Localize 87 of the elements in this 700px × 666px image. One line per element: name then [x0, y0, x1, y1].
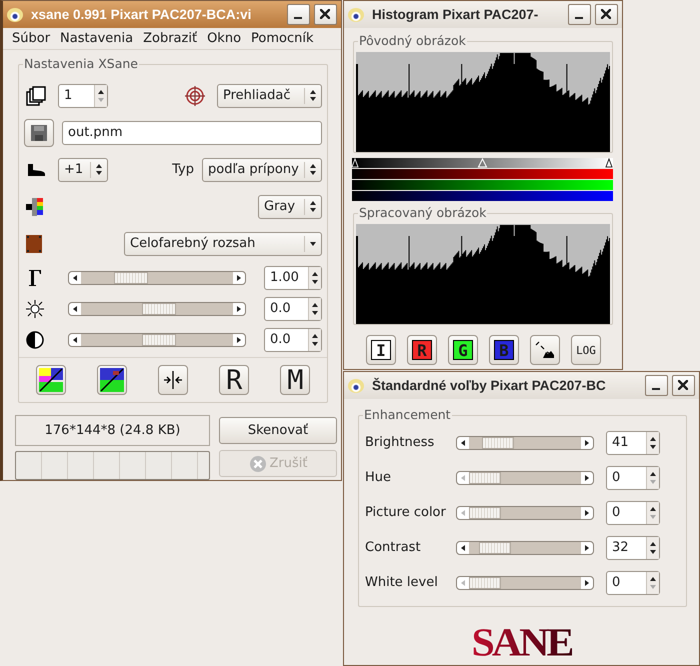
gamma-icon: [26, 268, 44, 286]
log-button[interactable]: LOG: [571, 335, 601, 365]
boot-icon: [26, 162, 46, 176]
channel-button[interactable]: I: [366, 335, 396, 365]
slider-thumb[interactable]: [142, 302, 176, 314]
frame-title: Pôvodný obrázok: [358, 33, 467, 49]
menu-item[interactable]: Nastavenia: [55, 31, 138, 46]
menu-item[interactable]: Zobraziť: [138, 31, 202, 46]
window-title: Štandardné voľby Pixart PAC207-BC: [372, 378, 607, 393]
histogram-lines-icon: [535, 341, 555, 359]
letter-button[interactable]: M: [280, 365, 310, 395]
cancel-icon: [248, 454, 266, 472]
histogram-mode-button[interactable]: [530, 335, 560, 365]
enhance-icon: [38, 368, 63, 392]
eye-icon: [348, 378, 364, 392]
default-enhance-button[interactable]: [96, 365, 127, 395]
channel-swatch: R: [412, 340, 432, 360]
option-label: Contrast: [365, 540, 422, 555]
frame-title: Spracovaný obrázok: [358, 205, 488, 221]
symmetry-button[interactable]: [158, 365, 188, 395]
minimize-button[interactable]: [568, 4, 591, 25]
eye-icon: [7, 8, 23, 22]
slider[interactable]: [456, 470, 594, 484]
slider[interactable]: [68, 332, 246, 346]
close-button[interactable]: [595, 4, 618, 25]
film-icon: [26, 234, 42, 252]
color-mode-dropdown[interactable]: Gray: [258, 194, 322, 218]
copies-icon: [26, 86, 46, 106]
value-spinbox[interactable]: 0.0: [264, 296, 322, 320]
menu-item[interactable]: Okno: [202, 31, 246, 46]
value-spinbox[interactable]: 0: [606, 466, 660, 490]
sun-icon: [26, 300, 44, 318]
slider[interactable]: [456, 576, 594, 590]
slider[interactable]: [456, 436, 594, 450]
menu-item[interactable]: Pomocník: [246, 31, 319, 46]
save-button[interactable]: [24, 118, 54, 146]
eye-icon: [348, 8, 364, 22]
close-button[interactable]: [672, 375, 695, 396]
slider[interactable]: [456, 506, 594, 520]
copies-spinbox[interactable]: 1: [58, 84, 108, 108]
filename-field[interactable]: out.pnm: [62, 120, 322, 144]
slider-thumb[interactable]: [469, 506, 501, 518]
slider[interactable]: [68, 270, 246, 284]
floppy-icon: [30, 124, 48, 142]
minimize-button[interactable]: [645, 375, 668, 396]
auto-enhance-button[interactable]: [36, 365, 66, 395]
color-palette-icon: [26, 198, 44, 216]
type-dropdown[interactable]: podľa prípony: [202, 158, 322, 182]
slider-thumb[interactable]: [478, 542, 511, 554]
image-size-display: 176*144*8 (24.8 KB): [15, 415, 210, 446]
option-label: Brightness: [365, 435, 436, 450]
slider-thumb[interactable]: [482, 436, 514, 448]
slider[interactable]: [456, 540, 594, 554]
window-title: Histogram Pixart PAC207-: [372, 7, 540, 22]
range-dropdown[interactable]: Celofarebný rozsah: [124, 232, 322, 256]
slider-thumb[interactable]: [142, 334, 176, 346]
slider-thumb[interactable]: [114, 272, 148, 284]
menu-item[interactable]: Súbor: [7, 31, 56, 46]
option-label: White level: [365, 575, 439, 590]
type-label: Typ: [172, 162, 194, 177]
enhance-icon: [100, 368, 124, 392]
slider[interactable]: [68, 302, 246, 316]
arrows-icon: [162, 370, 184, 390]
value-spinbox[interactable]: 32: [606, 536, 660, 560]
value-spinbox[interactable]: 1.00: [264, 266, 322, 290]
value-spinbox[interactable]: 41: [606, 430, 660, 454]
target-icon: [185, 86, 205, 106]
window-title: xsane 0.991 Pixart PAC207-BCA:vi: [31, 7, 252, 22]
value-spinbox[interactable]: 0: [606, 570, 660, 594]
option-label: Hue: [365, 470, 392, 485]
channel-swatch: I: [371, 340, 391, 360]
option-label: Picture color: [365, 505, 447, 520]
slider-thumb[interactable]: [469, 576, 501, 588]
source-dropdown[interactable]: Prehliadač: [217, 84, 322, 108]
channel-button[interactable]: R: [407, 335, 437, 365]
value-spinbox[interactable]: 0: [606, 500, 660, 524]
minimize-button[interactable]: [287, 4, 310, 25]
channel-swatch: B: [494, 340, 514, 360]
slider-thumb[interactable]: [469, 472, 501, 484]
channel-button[interactable]: G: [448, 335, 478, 365]
channel-swatch: G: [453, 340, 473, 360]
scan-button[interactable]: Skenovať: [219, 417, 337, 444]
contrast-icon: [26, 330, 44, 348]
close-button[interactable]: [314, 4, 337, 25]
value-spinbox[interactable]: 0.0: [264, 328, 322, 352]
step-dropdown[interactable]: +1: [58, 158, 108, 182]
letter-button[interactable]: R: [219, 365, 250, 395]
